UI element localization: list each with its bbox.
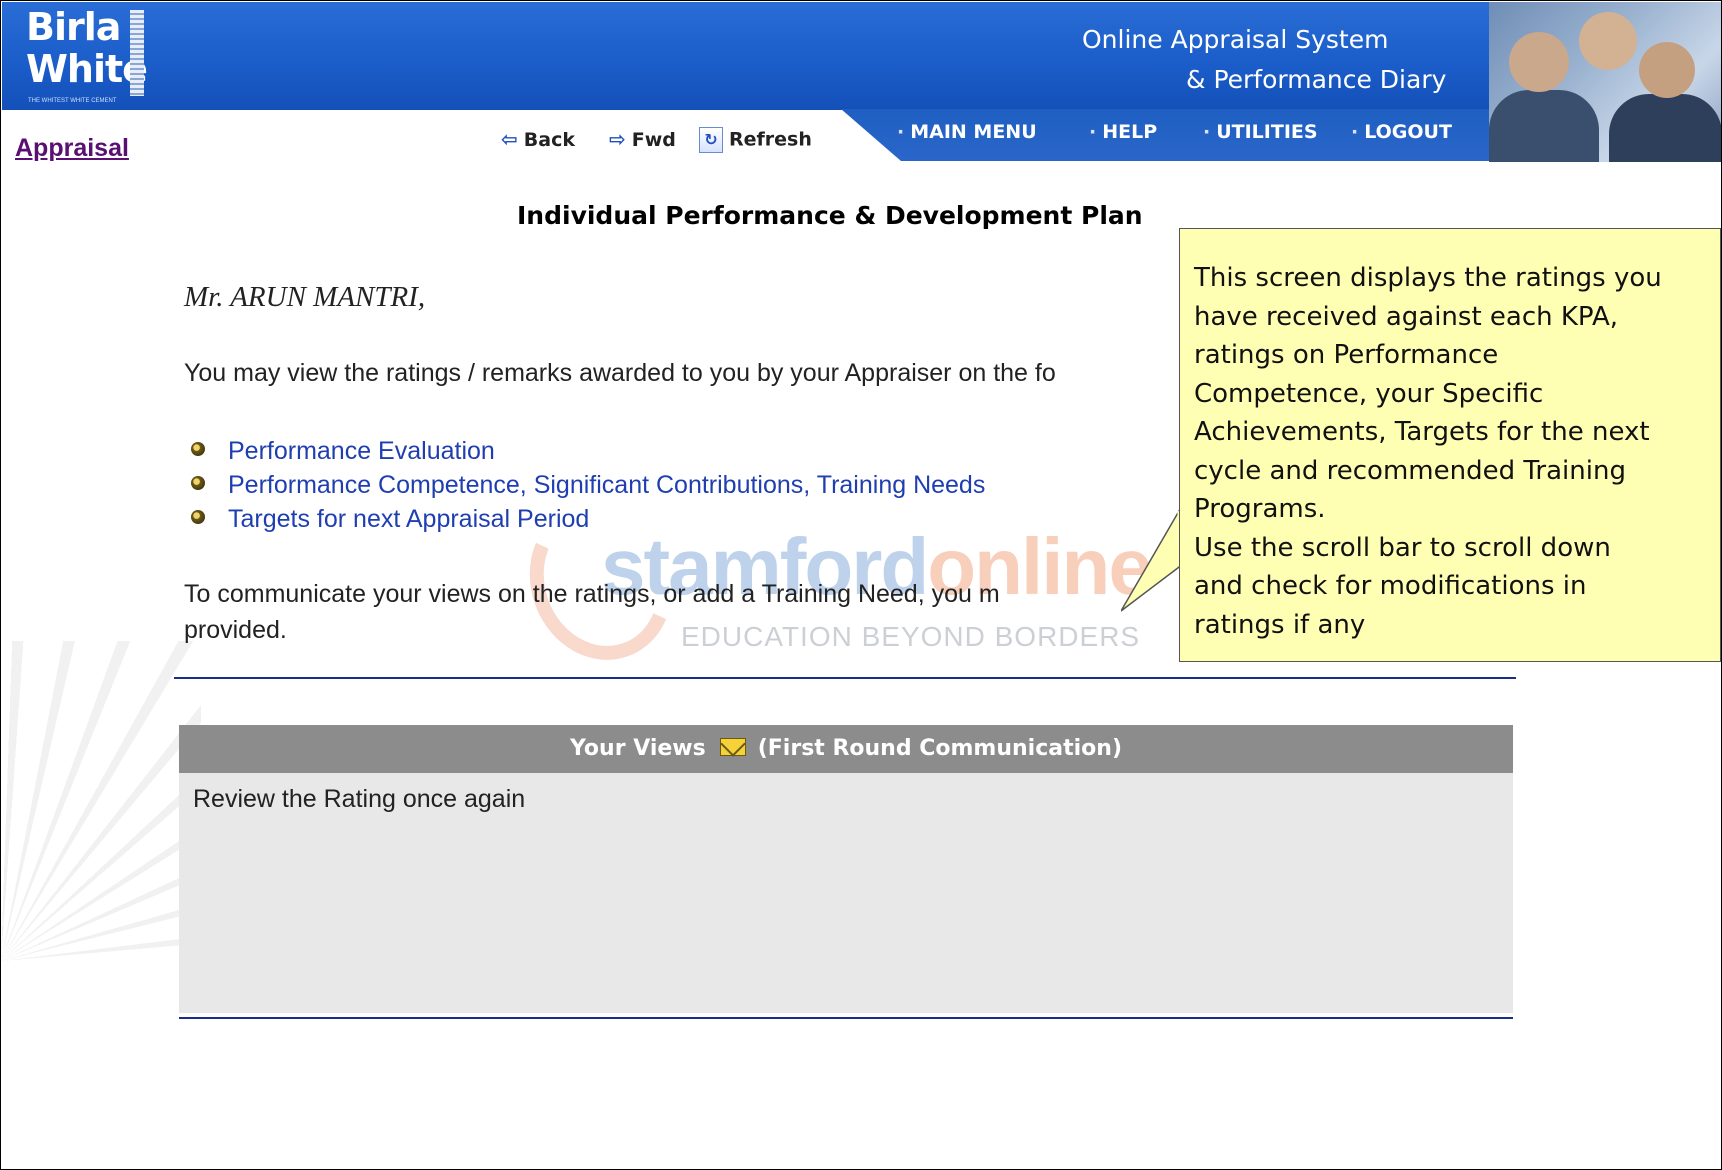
background-rays <box>1 641 201 961</box>
header-photo <box>1489 2 1721 162</box>
divider <box>174 677 1516 679</box>
nav-utilities[interactable]: UTILITIES <box>1203 121 1317 143</box>
system-title-line1: Online Appraisal System <box>1082 25 1389 54</box>
header-bar: Birla White THE WHITEST WHITE CEMENT Onl… <box>2 2 1721 110</box>
back-label: Back <box>523 129 575 151</box>
communicate-text: To communicate your views on the ratings… <box>184 576 1184 648</box>
app-frame: Birla White THE WHITEST WHITE CEMENT Onl… <box>0 0 1722 1170</box>
nav-help[interactable]: HELP <box>1089 121 1157 143</box>
views-textarea[interactable]: Review the Rating once again <box>179 773 1513 1013</box>
divider <box>179 1017 1513 1019</box>
appraisal-link[interactable]: Appraisal <box>15 134 129 163</box>
callout-line: This screen displays the ratings you <box>1194 263 1662 293</box>
back-arrow-icon: ⇦ <box>501 127 518 151</box>
logo-word-1: Birla <box>26 5 121 49</box>
callout-line: Use the scroll bar to scroll down <box>1194 532 1611 563</box>
callout-text: This screen displays the ratings you hav… <box>1194 259 1708 644</box>
communicate-line-2: provided. <box>184 616 287 644</box>
link-label: Performance Competence, Significant Cont… <box>228 471 986 499</box>
fwd-button[interactable]: ⇨ Fwd <box>609 127 676 151</box>
callout-line: cycle and recommended Training <box>1194 455 1626 486</box>
mail-icon <box>719 738 746 756</box>
page-title: Individual Performance & Development Pla… <box>517 201 1143 230</box>
views-header: Your Views (First Round Communication) <box>179 725 1513 773</box>
logo-building-icon <box>130 10 144 96</box>
views-round: (First Round Communication) <box>757 736 1122 761</box>
nav-main-menu[interactable]: MAIN MENU <box>897 121 1036 143</box>
forward-arrow-icon: ⇨ <box>609 127 626 151</box>
callout-line: Programs. <box>1194 494 1326 524</box>
refresh-icon: ↻ <box>699 127 723 153</box>
refresh-label: Refresh <box>729 128 812 151</box>
callout-line: have received against each KPA, <box>1194 301 1618 332</box>
callout-line: ratings on Performance <box>1194 340 1499 370</box>
link-targets-next-period[interactable]: Targets for next Appraisal Period <box>191 502 985 536</box>
greeting: Mr. ARUN MANTRI, <box>184 281 426 313</box>
refresh-button[interactable]: ↻ Refresh <box>699 127 812 153</box>
section-links: Performance Evaluation Performance Compe… <box>191 434 985 536</box>
bullet-icon <box>191 510 205 524</box>
bullet-icon <box>191 442 205 456</box>
callout-line: Competence, your Specific <box>1194 378 1544 409</box>
intro-text: You may view the ratings / remarks award… <box>184 359 1056 387</box>
link-label: Performance Evaluation <box>228 437 495 465</box>
callout-line: Achievements, Targets for the next <box>1194 417 1650 447</box>
system-title-line2: & Performance Diary <box>1186 65 1447 94</box>
link-label: Targets for next Appraisal Period <box>228 505 590 533</box>
birla-white-logo[interactable]: Birla White THE WHITEST WHITE CEMENT <box>26 5 148 106</box>
logo-tagline: THE WHITEST WHITE CEMENT <box>28 98 117 104</box>
views-title: Your Views <box>570 736 706 761</box>
fwd-label: Fwd <box>631 129 676 151</box>
communicate-line-1: To communicate your views on the ratings… <box>184 580 1000 608</box>
back-button[interactable]: ⇦ Back <box>501 127 575 151</box>
system-title: Online Appraisal System & Performance Di… <box>1052 20 1492 100</box>
link-performance-evaluation[interactable]: Performance Evaluation <box>191 434 985 468</box>
logo-word-2: White <box>26 47 148 91</box>
help-callout: This screen displays the ratings you hav… <box>1179 228 1721 662</box>
callout-line: ratings if any <box>1194 609 1366 640</box>
nav-logout[interactable]: LOGOUT <box>1351 121 1452 143</box>
link-performance-competence[interactable]: Performance Competence, Significant Cont… <box>191 468 985 502</box>
bullet-icon <box>191 476 205 490</box>
callout-line: and check for modifications in <box>1194 571 1587 601</box>
